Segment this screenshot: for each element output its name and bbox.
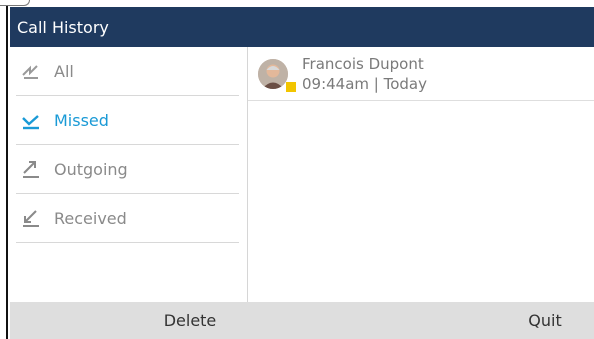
filter-item-all[interactable]: All <box>16 47 239 96</box>
top-left-tab <box>0 0 30 6</box>
page-title: Call History <box>17 17 109 37</box>
filter-sidebar: All Missed Outgoing Received <box>10 47 248 302</box>
missed-call-icon <box>20 109 42 131</box>
phone-screen: Call History All Missed Outgoing Receive… <box>0 0 594 339</box>
caller-name: Francois Dupont <box>302 55 424 73</box>
avatar <box>258 59 288 89</box>
filter-label: Outgoing <box>54 159 128 179</box>
outgoing-call-icon <box>20 158 42 180</box>
softkey-bar: Delete Quit <box>10 302 594 339</box>
call-time: 09:44am | Today <box>302 75 428 93</box>
all-calls-icon <box>20 60 42 82</box>
left-edge-border <box>0 0 8 339</box>
main-content: All Missed Outgoing Received Francois Du… <box>10 47 594 302</box>
filter-item-outgoing[interactable]: Outgoing <box>16 145 239 194</box>
filter-label: Received <box>54 208 127 228</box>
quit-button[interactable]: Quit <box>490 302 594 339</box>
received-call-icon <box>20 207 42 229</box>
presence-status-badge <box>286 82 296 92</box>
filter-label: All <box>54 61 74 81</box>
filter-item-missed[interactable]: Missed <box>16 96 239 145</box>
delete-button[interactable]: Delete <box>110 302 270 339</box>
title-bar: Call History <box>10 7 594 47</box>
filter-item-received[interactable]: Received <box>16 194 239 243</box>
filter-label: Missed <box>54 110 109 130</box>
call-entry[interactable]: Francois Dupont 09:44am | Today <box>248 47 594 101</box>
call-list: Francois Dupont 09:44am | Today <box>248 47 594 302</box>
